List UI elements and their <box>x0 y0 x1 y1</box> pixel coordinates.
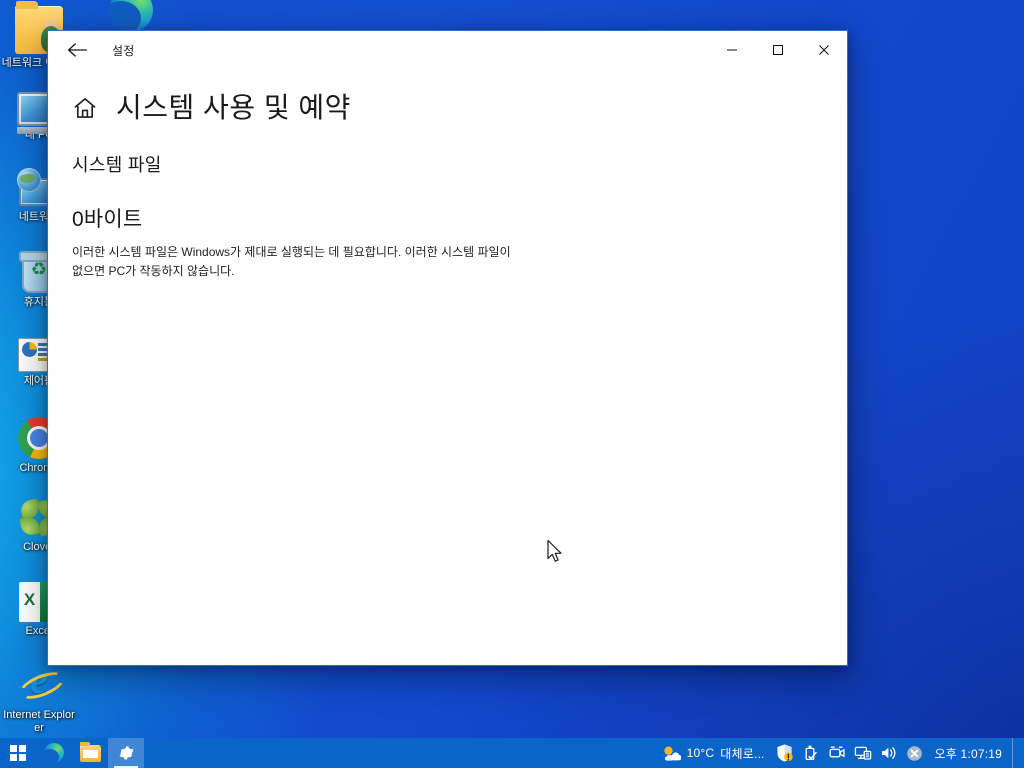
internet-explorer-icon <box>17 656 61 706</box>
action-center-error-icon[interactable] <box>903 738 927 768</box>
safely-remove-hardware-icon[interactable] <box>799 738 823 768</box>
windows-security-icon[interactable] <box>773 738 797 768</box>
section-description: 이러한 시스템 파일은 Windows가 제대로 실행되는 데 필요합니다. 이… <box>72 245 511 278</box>
taskbar-buttons[interactable] <box>0 738 144 768</box>
close-button[interactable] <box>801 31 847 69</box>
weather-condition: 대체로... <box>720 746 765 761</box>
maximize-button[interactable] <box>755 31 801 69</box>
system-files-section: 시스템 파일 0바이트 이러한 시스템 파일은 Windows가 제대로 실행되… <box>48 125 518 281</box>
tray-icons[interactable] <box>773 738 927 768</box>
storage-usage-value: 0바이트 <box>72 208 143 231</box>
weather-widget[interactable]: 10°C 대체로... <box>657 738 773 768</box>
desktop-icon-internet-explorer[interactable]: Internet Explorer <box>1 656 77 735</box>
section-heading: 시스템 파일 <box>72 155 162 175</box>
show-desktop-button[interactable] <box>1012 738 1018 768</box>
system-tray[interactable]: 10°C 대체로... 오후 1:07:19 <box>657 738 1024 768</box>
volume-icon[interactable] <box>877 738 901 768</box>
clock[interactable]: 오후 1:07:19 <box>927 738 1012 768</box>
back-button[interactable] <box>56 34 98 66</box>
page-header: 시스템 사용 및 예약 <box>48 69 847 125</box>
home-icon[interactable] <box>72 95 98 121</box>
window-titlebar[interactable]: 설정 <box>48 31 847 69</box>
folder-icon <box>79 741 101 762</box>
weather-partly-cloudy-icon <box>663 746 681 761</box>
taskbar-item-settings[interactable] <box>108 738 144 768</box>
start-button[interactable] <box>0 738 36 768</box>
taskbar-item-file-explorer[interactable] <box>72 738 108 768</box>
windows-logo-icon <box>10 745 26 761</box>
desktop-icon-label: Internet Explorer <box>3 709 75 734</box>
app-title: 설정 <box>112 43 135 58</box>
window-controls[interactable] <box>709 31 847 69</box>
taskbar[interactable]: 10°C 대체로... 오후 1:07:19 <box>0 738 1024 768</box>
settings-page-body: 시스템 사용 및 예약 시스템 파일 0바이트 이러한 시스템 파일은 Wind… <box>48 69 847 665</box>
page-title: 시스템 사용 및 예약 <box>116 92 351 123</box>
gear-icon <box>119 746 134 760</box>
edge-icon <box>44 743 64 763</box>
edge-icon <box>109 0 153 32</box>
desktop[interactable]: 네트워크 이화… 내 PC 네트워크 휴지통 제어판 Chrome Clover… <box>0 0 1024 768</box>
network-icon[interactable] <box>851 738 875 768</box>
weather-temperature: 10°C <box>686 746 715 760</box>
settings-window[interactable]: 설정 시스템 사용 및 예약 시스템 파일 0바이트 이러한 시스템 파일은 W… <box>47 30 848 666</box>
camera-icon[interactable] <box>825 738 849 768</box>
minimize-button[interactable] <box>709 31 755 69</box>
taskbar-item-edge[interactable] <box>36 738 72 768</box>
